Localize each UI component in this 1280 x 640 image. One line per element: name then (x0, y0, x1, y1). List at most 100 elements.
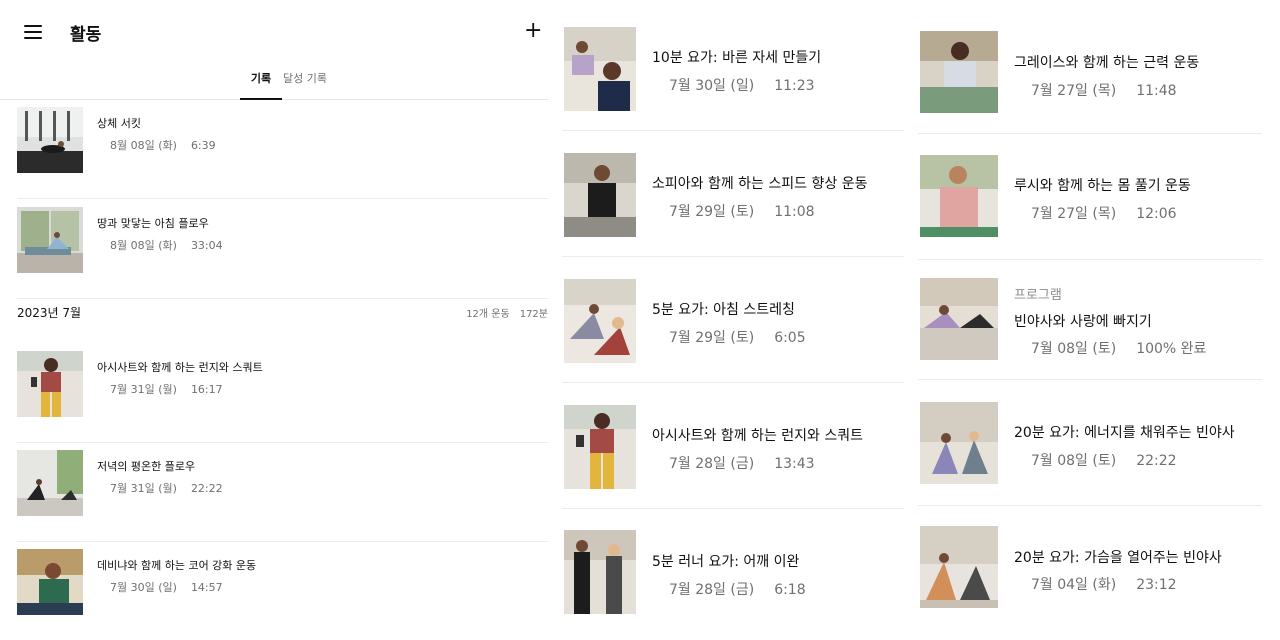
workout-duration: 6:18 (774, 582, 806, 598)
workout-duration: 11:23 (774, 78, 815, 94)
workout-title: 5분 요가: 아침 스트레칭 (652, 302, 795, 318)
month-total-minutes: 172분 (519, 309, 548, 320)
workout-thumbnail (920, 155, 998, 237)
workout-date: 8월 08일 (화) (110, 139, 177, 152)
list-item[interactable]: 5분 요가: 아침 스트레칭 7월 29일 (토) 6:05 (562, 257, 904, 383)
workout-title: 빈야사와 사랑에 빠지기 (1014, 314, 1152, 330)
workout-meta: 7월 28일 (금) 13:43 (669, 453, 815, 473)
workout-thumbnail (17, 207, 83, 273)
workout-meta: 8월 08일 (화) 33:04 (110, 237, 223, 253)
workout-thumbnail (920, 526, 998, 608)
workout-meta: 7월 08일 (토) 22:22 (1031, 450, 1177, 470)
list-item[interactable]: 그레이스와 함께 하는 근력 운동 7월 27일 (목) 11:48 (918, 8, 1262, 134)
workout-meta: 7월 29일 (토) 6:05 (669, 327, 806, 347)
workout-title: 소피아와 함께 하는 스피드 향상 운동 (652, 176, 868, 192)
list-item[interactable]: 5분 러너 요가: 어깨 이완 7월 28일 (금) 6:18 (562, 509, 904, 635)
workout-thumbnail (17, 450, 83, 516)
workout-meta: 7월 27일 (목) 12:06 (1031, 203, 1177, 223)
workout-date: 7월 27일 (목) (1031, 83, 1117, 99)
workout-date: 7월 08일 (토) (1031, 341, 1117, 357)
list-item[interactable]: 아시사트와 함께 하는 런지와 스쿼트 7월 28일 (금) 13:43 (562, 383, 904, 509)
month-summary-header: 2023년 7월 12개 운동 172분 (17, 300, 548, 324)
workout-meta: 7월 30일 (일) 14:57 (110, 579, 223, 595)
workout-title: 아시사트와 함께 하는 런지와 스쿼트 (652, 428, 863, 444)
workout-title: 그레이스와 함께 하는 근력 운동 (1014, 55, 1200, 71)
list-item[interactable]: 데비냐와 함께 하는 코어 강화 운동 7월 30일 (일) 14:57 (17, 541, 548, 640)
workout-duration: 11:08 (774, 204, 815, 220)
list-item[interactable]: 소피아와 함께 하는 스피드 향상 운동 7월 29일 (토) 11:08 (562, 131, 904, 257)
month-workout-count: 12개 운동 (466, 309, 510, 320)
workout-title: 상체 서킷 (97, 117, 141, 130)
workout-title: 저녁의 평온한 플로우 (97, 460, 196, 473)
workout-title: 데비냐와 함께 하는 코어 강화 운동 (97, 559, 257, 572)
workout-duration: 6:39 (190, 139, 216, 152)
workout-thumbnail (920, 278, 998, 360)
list-item[interactable]: 20분 요가: 가슴을 열어주는 빈야사 7월 04일 (화) 23:12 (918, 506, 1262, 632)
workout-date: 7월 30일 (일) (669, 78, 755, 94)
workout-duration: 14:57 (190, 581, 223, 594)
workout-duration: 33:04 (190, 239, 223, 252)
month-label: 2023년 7월 (17, 306, 82, 320)
workout-duration: 16:17 (190, 383, 223, 396)
list-item[interactable]: 땅과 맞닿는 아침 플로우 8월 08일 (화) 33:04 (17, 199, 548, 299)
workout-date: 8월 08일 (화) (110, 239, 177, 252)
workout-thumbnail (17, 549, 83, 615)
workout-thumbnail (564, 530, 636, 614)
tab-achievements[interactable]: 달성 기록 (283, 70, 329, 100)
program-completion: 100% 완료 (1136, 341, 1207, 357)
list-item[interactable]: 프로그램 빈야사와 사랑에 빠지기 7월 08일 (토) 100% 완료 (918, 254, 1262, 380)
workout-meta: 7월 31일 (월) 22:22 (110, 480, 223, 496)
workout-title: 20분 요가: 가슴을 열어주는 빈야사 (1014, 550, 1222, 566)
activity-panel: 활동 + 기록 달성 기록 상체 서킷 8월 08일 (화) 6:39 땅과 맞… (0, 0, 560, 640)
workout-duration: 22:22 (1136, 453, 1177, 469)
workout-date: 7월 28일 (금) (669, 456, 755, 472)
plus-icon[interactable]: + (524, 20, 542, 42)
workout-date: 7월 29일 (토) (669, 330, 755, 346)
workout-thumbnail (564, 27, 636, 111)
workout-title: 루시와 함께 하는 몸 풀기 운동 (1014, 178, 1191, 194)
workout-duration: 12:06 (1136, 206, 1177, 222)
workout-list-right: 그레이스와 함께 하는 근력 운동 7월 27일 (목) 11:48 루시와 함께… (918, 0, 1262, 640)
list-item[interactable]: 루시와 함께 하는 몸 풀기 운동 7월 27일 (목) 12:06 (918, 134, 1262, 260)
workout-thumbnail (17, 107, 83, 173)
list-item[interactable]: 상체 서킷 8월 08일 (화) 6:39 (17, 99, 548, 199)
workout-duration: 23:12 (1136, 577, 1177, 593)
workout-date: 7월 28일 (금) (669, 582, 755, 598)
list-item[interactable]: 아시사트와 함께 하는 런지와 스쿼트 7월 31일 (월) 16:17 (17, 343, 548, 443)
workout-thumbnail (564, 153, 636, 237)
workout-meta: 7월 27일 (목) 11:48 (1031, 80, 1177, 100)
list-item[interactable]: 20분 요가: 에너지를 채워주는 빈야사 7월 08일 (토) 22:22 (918, 380, 1262, 506)
workout-meta: 7월 08일 (토) 100% 완료 (1031, 338, 1206, 358)
page-title: 활동 (70, 25, 102, 45)
workout-title: 아시사트와 함께 하는 런지와 스쿼트 (97, 361, 263, 374)
workout-meta: 7월 29일 (토) 11:08 (669, 201, 815, 221)
workout-meta: 8월 08일 (화) 6:39 (110, 137, 216, 153)
workout-date: 7월 27일 (목) (1031, 206, 1117, 222)
list-item[interactable]: 10분 요가: 바른 자세 만들기 7월 30일 (일) 11:23 (562, 5, 904, 131)
workout-thumbnail (17, 351, 83, 417)
workout-list-middle: 10분 요가: 바른 자세 만들기 7월 30일 (일) 11:23 소피아와 함… (562, 0, 906, 640)
workout-title: 10분 요가: 바른 자세 만들기 (652, 50, 822, 66)
workout-date: 7월 08일 (토) (1031, 453, 1117, 469)
workout-date: 7월 29일 (토) (669, 204, 755, 220)
workout-duration: 13:43 (774, 456, 815, 472)
program-tag: 프로그램 (1014, 288, 1062, 303)
month-stats: 12개 운동 172분 (466, 305, 548, 320)
workout-thumbnail (920, 31, 998, 113)
workout-meta: 7월 04일 (화) 23:12 (1031, 574, 1177, 594)
app-bar: 활동 + (0, 0, 560, 64)
workout-title: 20분 요가: 에너지를 채워주는 빈야사 (1014, 425, 1235, 441)
tab-bar: 기록 달성 기록 (0, 66, 548, 100)
workout-thumbnail (564, 405, 636, 489)
workout-date: 7월 04일 (화) (1031, 577, 1117, 593)
workout-meta: 7월 31일 (월) 16:17 (110, 381, 223, 397)
list-item[interactable]: 저녁의 평온한 플로우 7월 31일 (월) 22:22 (17, 442, 548, 542)
workout-date: 7월 31일 (월) (110, 383, 177, 396)
workout-duration: 11:48 (1136, 83, 1177, 99)
workout-duration: 22:22 (190, 482, 223, 495)
workout-thumbnail (564, 279, 636, 363)
workout-date: 7월 30일 (일) (110, 581, 177, 594)
workout-title: 땅과 맞닿는 아침 플로우 (97, 217, 209, 230)
tab-history[interactable]: 기록 (240, 70, 282, 100)
hamburger-menu-icon[interactable] (24, 24, 44, 40)
